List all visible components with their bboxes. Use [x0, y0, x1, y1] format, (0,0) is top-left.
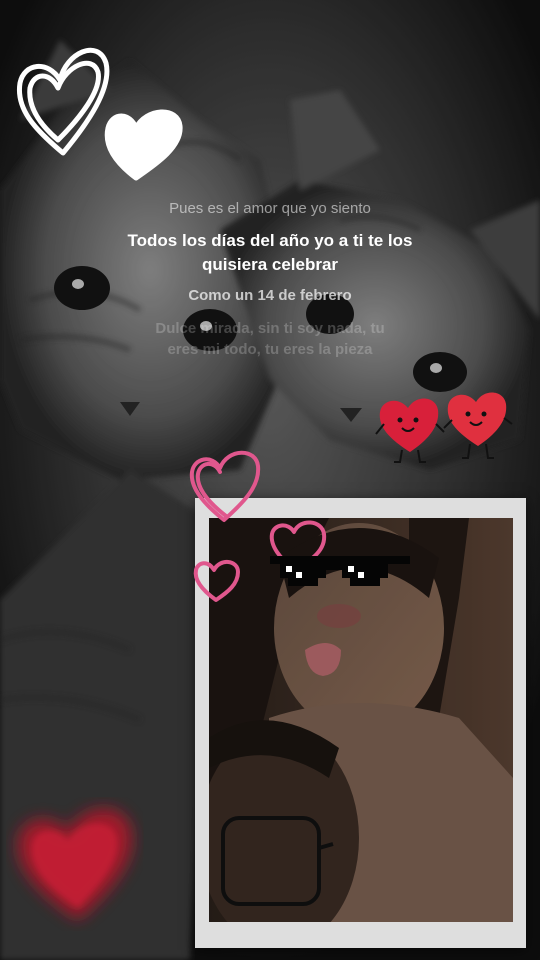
white-scribble-hearts-sticker — [16, 47, 183, 181]
story-canvas: Pues es el amor que yo siento Todos los … — [0, 0, 540, 960]
red-fingerprint-hearts-sticker — [375, 392, 513, 463]
lyrics-panel: Pues es el amor que yo siento Todos los … — [0, 200, 540, 360]
lyric-previous-line: Pues es el amor que yo siento — [169, 200, 371, 217]
blurred-red-heart-sticker — [17, 808, 133, 920]
lyric-upcoming-line: Dulce mirada, sin ti soy nada, tu eres m… — [155, 320, 385, 358]
pixel-sunglasses-sticker — [270, 556, 410, 586]
lyric-current-line: Todos los días del año yo a ti te los qu… — [127, 231, 413, 274]
lyric-next-line: Como un 14 de febrero — [188, 287, 352, 304]
